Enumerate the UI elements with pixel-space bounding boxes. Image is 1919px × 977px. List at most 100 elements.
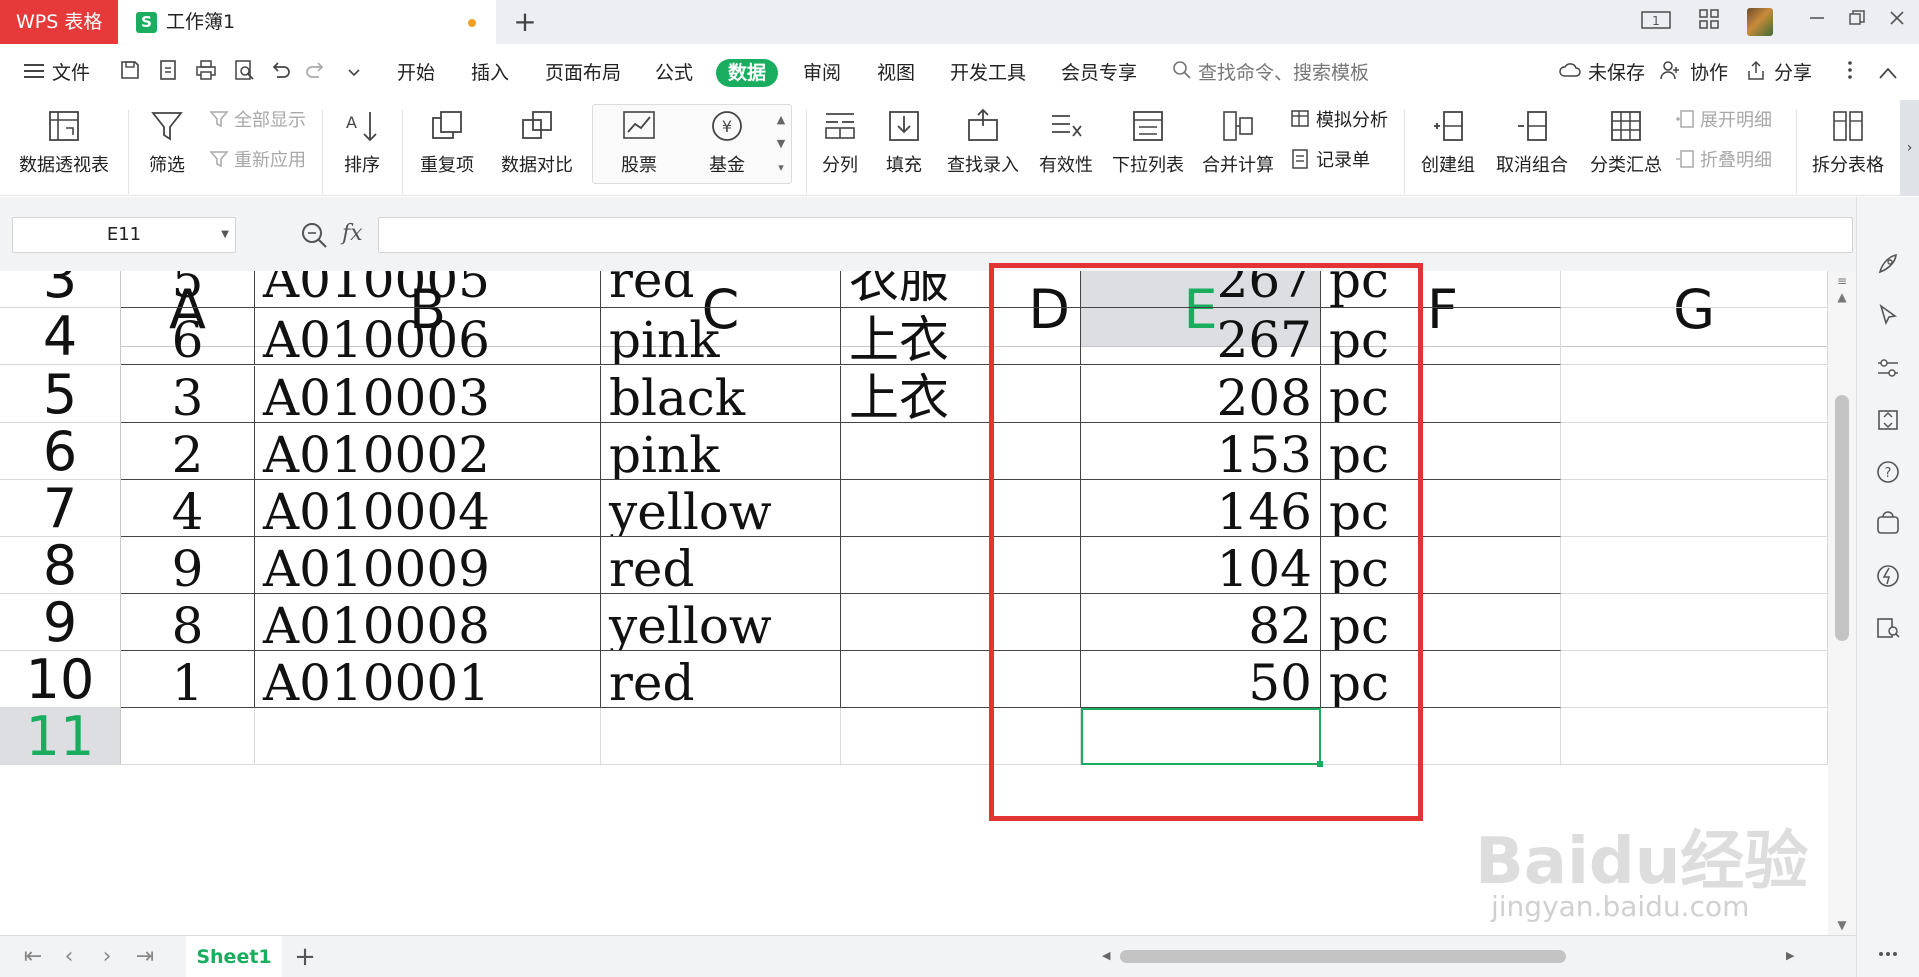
chevron-down-icon[interactable]: ▼ (221, 218, 229, 252)
cell-a6[interactable]: 2 (121, 423, 255, 480)
collapse-ribbon-icon[interactable] (1874, 59, 1902, 87)
cell-f7[interactable]: pc (1321, 480, 1561, 537)
validity-button[interactable]: 有效性 (1030, 106, 1102, 192)
cell-c5[interactable]: black (601, 366, 841, 423)
row-header[interactable]: 10 (0, 651, 121, 708)
cell-b11[interactable] (255, 708, 601, 765)
hamburger-menu-icon[interactable] (20, 59, 48, 87)
scroll-up-icon[interactable]: ▲ (1835, 291, 1849, 303)
menu-file[interactable]: 文件 (52, 59, 90, 87)
cell-e9[interactable]: 82 (1081, 594, 1321, 651)
first-sheet-icon[interactable]: ⇤ (18, 942, 48, 972)
tab-view[interactable]: 视图 (877, 59, 915, 87)
undo-icon[interactable] (266, 59, 294, 87)
cell-c11[interactable] (601, 708, 841, 765)
cell-d3[interactable]: 衣服 (841, 271, 1081, 308)
row-header[interactable]: 7 (0, 480, 121, 537)
cell-a9[interactable]: 8 (121, 594, 255, 651)
page-view-button[interactable]: 1 (1640, 8, 1674, 36)
insert-function-button[interactable]: fx (342, 217, 363, 251)
cell-c8[interactable]: red (601, 537, 841, 594)
cell-d9[interactable] (841, 594, 1081, 651)
cell-b5[interactable]: A010003 (255, 366, 601, 423)
pivot-table-button[interactable]: 数据透视表 (14, 106, 114, 192)
cell-a10[interactable]: 1 (121, 651, 255, 708)
cell-f6[interactable]: pc (1321, 423, 1561, 480)
document-tab[interactable]: S 工作簿1 (118, 0, 496, 44)
cell-g7[interactable] (1561, 480, 1828, 537)
lookup-entry-button[interactable]: 查找录入 (940, 106, 1026, 192)
record-form-button[interactable]: 记录单 (1290, 148, 1370, 174)
cell-e4[interactable]: 267 (1081, 308, 1321, 365)
prev-sheet-icon[interactable]: ‹ (54, 942, 84, 972)
scroll-left-icon[interactable]: ◀ (1102, 944, 1110, 968)
cell-g6[interactable] (1561, 423, 1828, 480)
chevron-down-icon[interactable] (340, 59, 368, 87)
cell-f11[interactable] (1321, 708, 1561, 765)
cell-g11[interactable] (1561, 708, 1828, 765)
add-sheet-button[interactable]: + (290, 942, 320, 972)
tab-member[interactable]: 会员专享 (1061, 59, 1137, 87)
app-tab[interactable]: WPS 表格 (0, 0, 118, 44)
cell-a3[interactable]: 5 (121, 271, 255, 308)
split-column-button[interactable]: 分列 (812, 106, 868, 192)
user-avatar[interactable] (1747, 8, 1773, 36)
cell-d7[interactable] (841, 480, 1081, 537)
tab-review[interactable]: 审阅 (803, 59, 841, 87)
scroll-down-icon[interactable]: ▼ (1835, 919, 1849, 931)
cell-d5[interactable]: 上衣 (841, 366, 1081, 423)
cell-d6[interactable] (841, 423, 1081, 480)
cell-a7[interactable]: 4 (121, 480, 255, 537)
horizontal-scrollbar[interactable]: ◀ ▶ (1096, 944, 1796, 968)
share-button[interactable]: 分享 (1774, 59, 1812, 87)
cell-e6[interactable]: 153 (1081, 423, 1321, 480)
row-header[interactable]: 8 (0, 537, 121, 594)
cell-b3[interactable]: A010005 (255, 271, 601, 308)
split-table-button[interactable]: 拆分表格 (1802, 106, 1894, 192)
tab-home[interactable]: 开始 (397, 59, 435, 87)
row-header[interactable]: 5 (0, 366, 121, 423)
rocket-icon[interactable] (1875, 251, 1901, 277)
sort-button[interactable]: A 排序 (332, 106, 392, 192)
cell-e5[interactable]: 208 (1081, 366, 1321, 423)
subtotal-button[interactable]: 分类汇总 (1586, 106, 1666, 192)
row-header[interactable]: 11 (0, 708, 121, 765)
last-sheet-icon[interactable]: ⇥ (130, 942, 160, 972)
cell-f3[interactable]: pc (1321, 271, 1561, 308)
data-transfer-icon[interactable] (1875, 407, 1901, 433)
cell-g9[interactable] (1561, 594, 1828, 651)
cell-g3[interactable] (1561, 271, 1828, 308)
duplicates-button[interactable]: 重复项 (412, 106, 482, 192)
ungroup-button[interactable]: 取消组合 (1486, 106, 1578, 192)
export-pdf-icon[interactable] (154, 59, 182, 87)
cursor-select-icon[interactable] (1875, 303, 1901, 329)
vertical-scrollbar[interactable]: ≡ ▲ ▼ (1828, 271, 1856, 935)
cell-f8[interactable]: pc (1321, 537, 1561, 594)
cell-b8[interactable]: A010009 (255, 537, 601, 594)
zoom-search-icon[interactable] (300, 221, 328, 249)
create-group-button[interactable]: 创建组 (1410, 106, 1486, 192)
new-tab-button[interactable]: + (508, 4, 542, 40)
scroll-right-icon[interactable]: ▶ (1786, 944, 1794, 968)
row-header[interactable]: 9 (0, 594, 121, 651)
restore-button[interactable] (1840, 8, 1874, 36)
row-header[interactable]: 3 (0, 271, 121, 308)
data-compare-button[interactable]: 数据对比 (494, 106, 580, 192)
fill-button[interactable]: 填充 (876, 106, 932, 192)
tab-developer[interactable]: 开发工具 (950, 59, 1026, 87)
cell-g5[interactable] (1561, 366, 1828, 423)
cell-c10[interactable]: red (601, 651, 841, 708)
fill-handle[interactable] (1317, 761, 1323, 767)
dropdown-list-button[interactable]: 下拉列表 (1110, 106, 1186, 192)
spreadsheet-grid[interactable]: A B C D E F G 3 5 A010005 red 衣服 267 pc 4 6 A0100… (0, 271, 1828, 935)
cell-f4[interactable]: pc (1321, 308, 1561, 365)
expand-detail-button[interactable]: 展开明细 (1674, 108, 1772, 134)
tab-page-layout[interactable]: 页面布局 (545, 59, 621, 87)
vertical-scroll-thumb[interactable] (1835, 395, 1849, 641)
name-box[interactable]: E11 ▼ (12, 217, 236, 253)
cell-e3[interactable]: 267 (1081, 271, 1321, 308)
cell-d4[interactable]: 上衣 (841, 308, 1081, 365)
cell-d10[interactable] (841, 651, 1081, 708)
print-preview-icon[interactable] (230, 59, 258, 87)
minimize-button[interactable] (1800, 8, 1834, 36)
